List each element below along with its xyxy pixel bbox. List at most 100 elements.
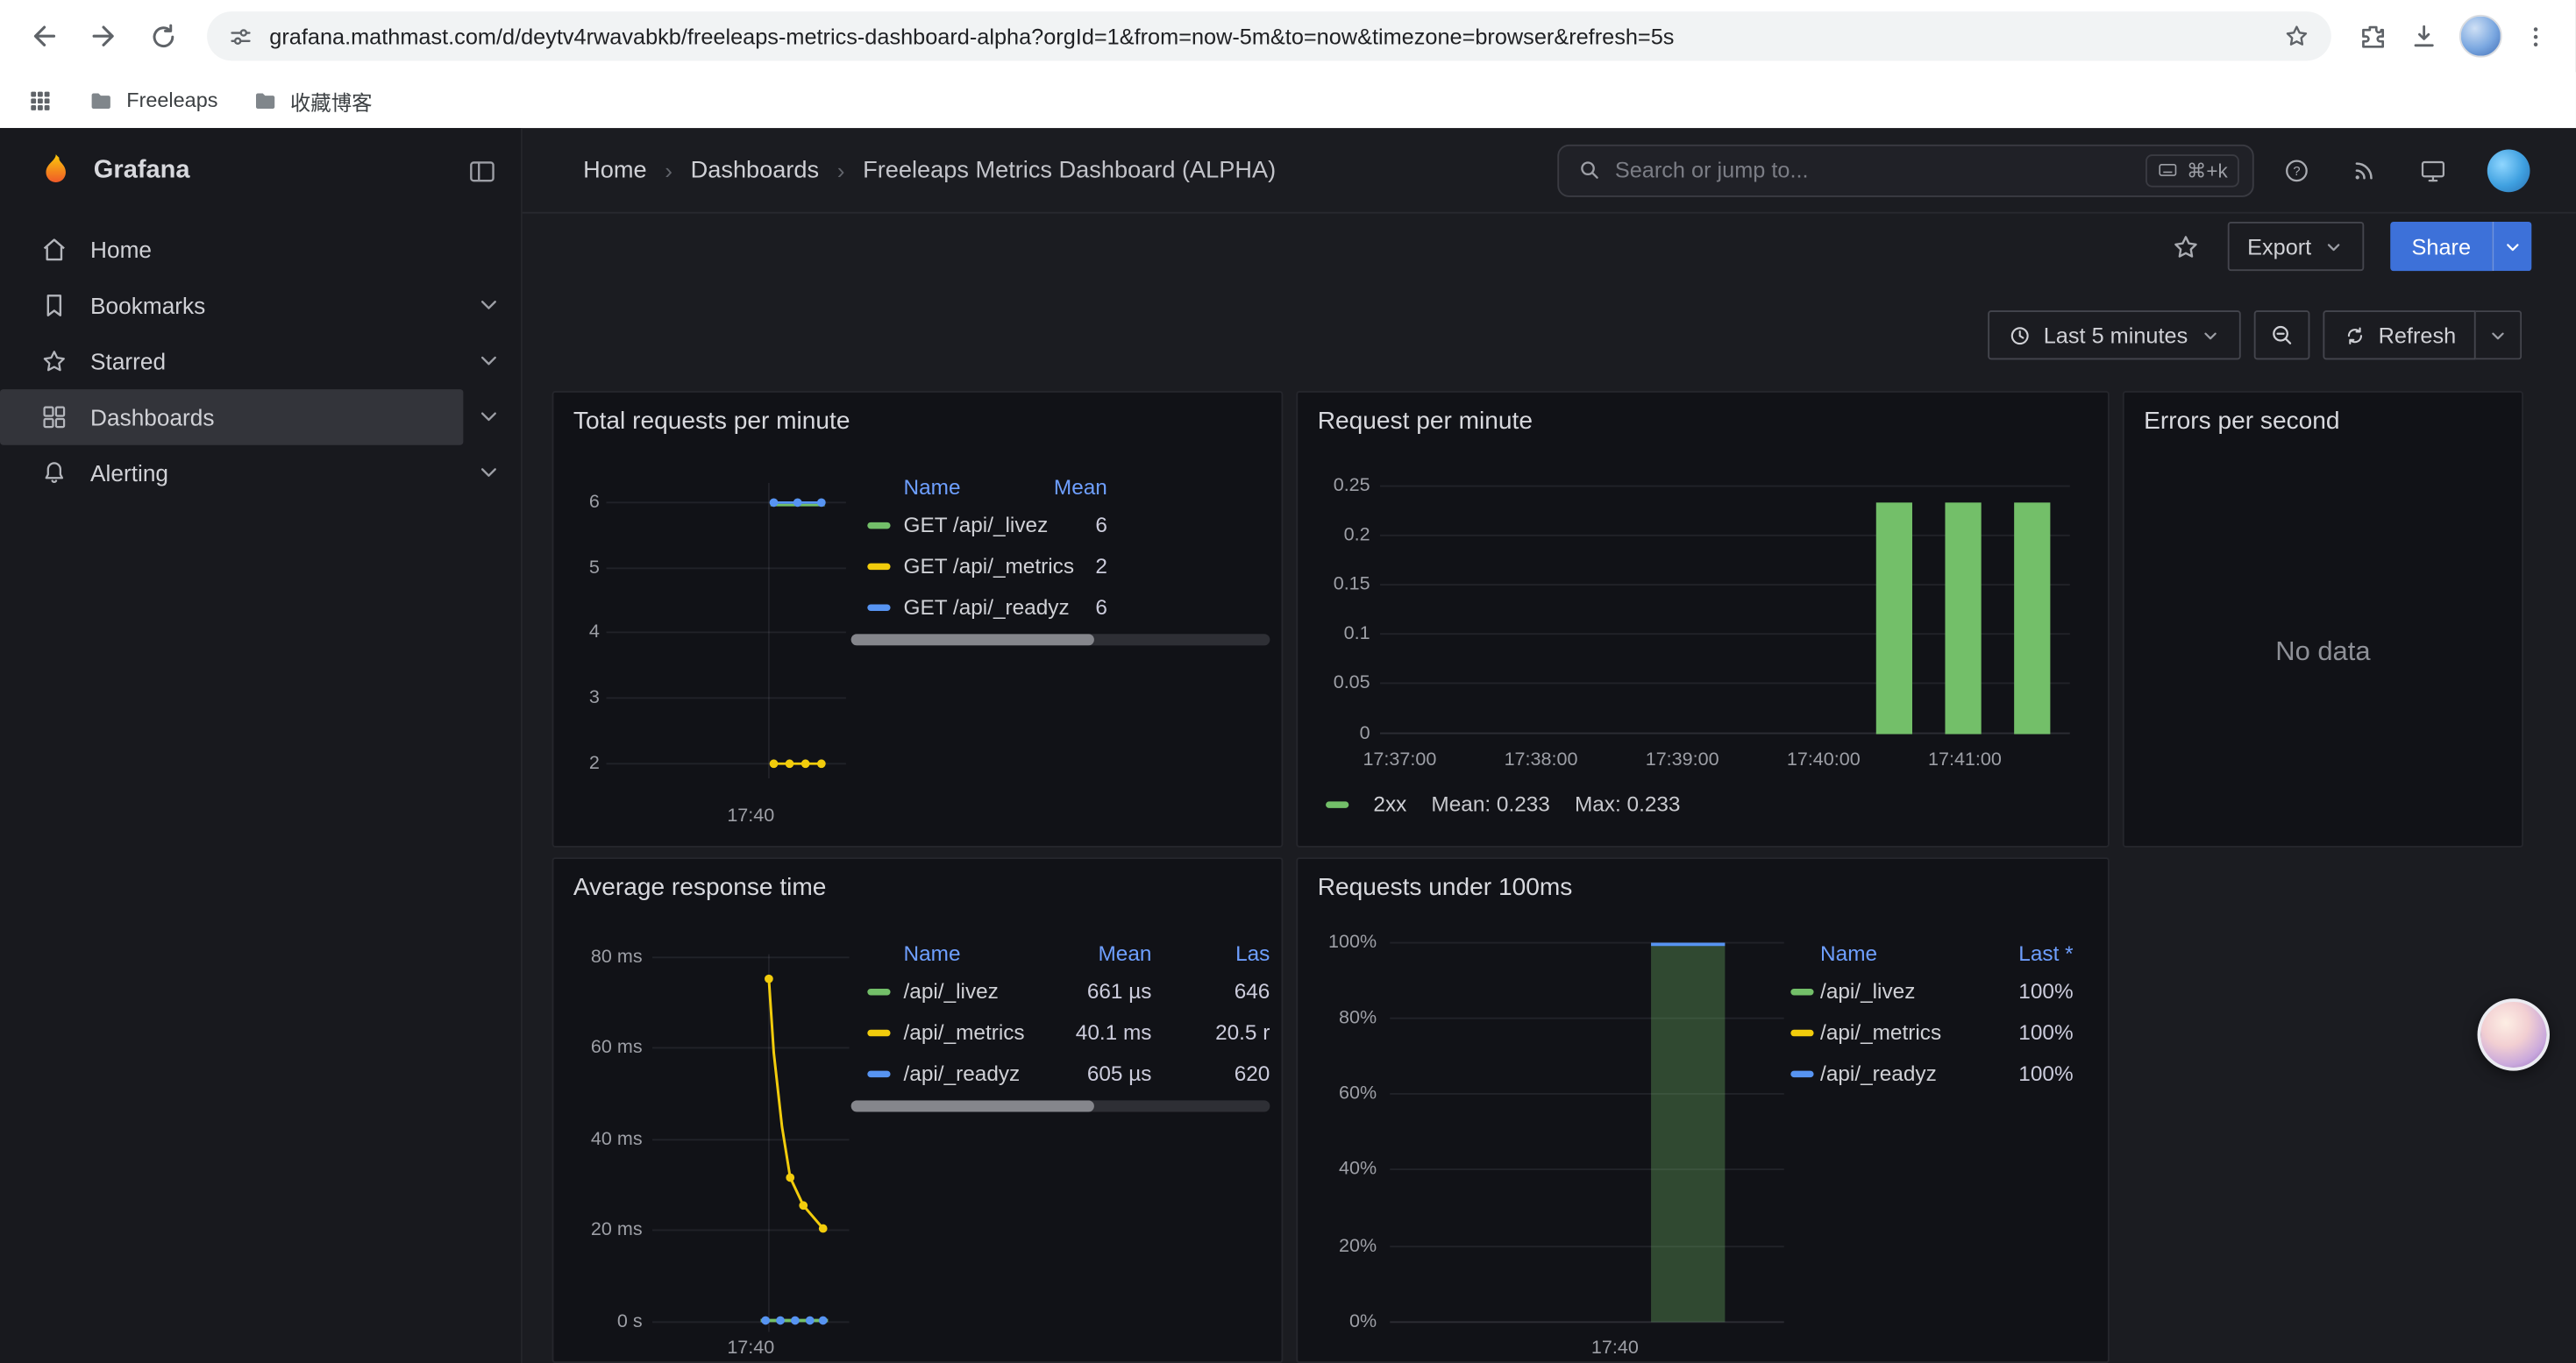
zoom-out-button[interactable] [2253, 310, 2309, 359]
browser-menu-icon[interactable] [2522, 22, 2550, 50]
browser-forward-button[interactable] [75, 8, 132, 64]
chevron-down-icon[interactable] [474, 291, 502, 319]
browser-reload-button[interactable] [135, 8, 191, 64]
series-name[interactable]: /api/_livez [904, 979, 999, 1004]
legend-row[interactable]: /api/_livez 661 µs 646 [851, 972, 1270, 1013]
scrollbar-thumb[interactable] [851, 1100, 1094, 1111]
sidebar-item-starred[interactable]: Starred [0, 333, 521, 389]
x-tick: 17:40:00 [1766, 748, 1881, 774]
downloads-icon[interactable] [2409, 20, 2440, 52]
y-tick: 40% [1301, 1156, 1377, 1182]
legend-row[interactable]: /api/_readyz 605 µs 620 [851, 1054, 1270, 1096]
bar-percent [1651, 943, 1725, 1323]
series-mean: 6 [1008, 594, 1107, 619]
series-name[interactable]: /api/_readyz [904, 1061, 1021, 1085]
search-icon [1577, 158, 1602, 182]
legend-row[interactable]: GET /api/_readyz 6 [851, 588, 1270, 629]
legend-row[interactable]: GET /api/_metrics 2 [851, 547, 1270, 588]
legend-col-name[interactable]: Name [1820, 941, 1877, 966]
sidebar-item-dashboards[interactable]: Dashboards [0, 389, 521, 445]
refresh-interval-caret[interactable] [2476, 310, 2522, 359]
series-max: Max: 0.233 [1575, 792, 1681, 816]
y-tick: 60% [1301, 1081, 1377, 1107]
grafana-logo[interactable] [36, 151, 75, 190]
legend-header: Name Last * [1790, 936, 2073, 972]
share-caret-button[interactable] [2492, 222, 2531, 271]
export-button[interactable]: Export [2228, 222, 2365, 271]
series-name[interactable]: /api/_livez [1820, 979, 1915, 1004]
chevron-down-icon[interactable] [474, 402, 502, 430]
chevron-down-icon[interactable] [474, 346, 502, 374]
favorite-star-icon[interactable] [2170, 231, 2202, 262]
apps-grid-icon[interactable] [26, 86, 54, 114]
sidebar: Grafana Home Bookmarks [0, 128, 523, 1363]
sidebar-item-alerting[interactable]: Alerting [0, 445, 521, 501]
address-bar[interactable] [207, 11, 2331, 60]
url-input[interactable] [269, 24, 2266, 48]
legend-scrollbar[interactable] [851, 634, 1270, 645]
breadcrumb: Home › Dashboards › Freeleaps Metrics Da… [583, 157, 1276, 183]
extensions-icon[interactable] [2358, 20, 2389, 52]
breadcrumb-home[interactable]: Home [583, 157, 646, 183]
legend-row[interactable]: GET /api/_livez 6 [851, 506, 1270, 547]
legend-col-last[interactable]: Las [1164, 941, 1270, 966]
legend-row[interactable]: /api/_metrics 40.1 ms 20.5 r [851, 1013, 1270, 1054]
series-mean: 40.1 ms [1017, 1020, 1152, 1045]
forward-arrow-icon [87, 19, 119, 52]
sidebar-toggle-icon[interactable] [466, 155, 498, 187]
legend-row[interactable]: /api/_readyz 100% [1790, 1054, 2073, 1096]
y-tick: 0.25 [1301, 473, 1370, 500]
legend-row[interactable]: /api/_livez 100% [1790, 972, 2073, 1013]
chevron-down-icon[interactable] [474, 458, 502, 486]
site-info-icon[interactable] [227, 22, 255, 50]
legend-col-name[interactable]: Name [904, 941, 961, 966]
panel-title[interactable]: Average response time [553, 859, 1281, 902]
series-name[interactable]: /api/_metrics [904, 1020, 1025, 1045]
series-swatch [867, 989, 890, 995]
browser-profile-avatar[interactable] [2459, 15, 2502, 58]
legend-row[interactable]: /api/_metrics 100% [1790, 1013, 2073, 1054]
panel-title[interactable]: Requests under 100ms [1298, 859, 2108, 902]
sidebar-item-home[interactable]: Home [0, 222, 521, 278]
series-swatch [867, 605, 890, 611]
help-icon[interactable]: ? [2282, 155, 2312, 185]
bookmark-star-icon[interactable] [2282, 21, 2312, 51]
refresh-split-button: Refresh [2323, 310, 2522, 359]
series-name[interactable]: /api/_metrics [1820, 1020, 1941, 1045]
back-arrow-icon [28, 19, 60, 52]
legend-col-mean[interactable]: Mean [1017, 941, 1152, 966]
sidebar-item-label: Alerting [90, 460, 168, 486]
legend-col-name[interactable]: Name [904, 474, 961, 499]
bookmark-item-freeleaps[interactable]: Freeleaps [87, 86, 217, 114]
browser-back-button[interactable] [17, 8, 73, 64]
breadcrumb-dashboards[interactable]: Dashboards [691, 157, 819, 183]
series-swatch [867, 522, 890, 529]
legend-col-mean[interactable]: Mean [1008, 474, 1107, 499]
dashboard-actions: Export Share [523, 217, 2576, 275]
search-input[interactable] [1615, 158, 2132, 182]
share-button[interactable]: Share [2390, 222, 2492, 271]
series-swatch [1790, 989, 1813, 995]
legend-inline[interactable]: 2xx Mean: 0.233 Max: 0.233 [1326, 792, 1680, 816]
bookmark-item-blog[interactable]: 收藏博客 [251, 84, 373, 116]
floating-avatar[interactable] [2478, 998, 2550, 1070]
panel-title[interactable]: Total requests per minute [553, 393, 1281, 436]
time-range-button[interactable]: Last 5 minutes [1988, 310, 2240, 359]
legend-scrollbar[interactable] [851, 1100, 1270, 1111]
panel-title[interactable]: Request per minute [1298, 393, 2108, 436]
user-avatar[interactable] [2487, 149, 2530, 192]
rss-icon[interactable] [2351, 156, 2379, 184]
series-name[interactable]: /api/_readyz [1820, 1061, 1937, 1085]
x-tick: 17:40 [1557, 1335, 1672, 1361]
display-icon[interactable] [2418, 155, 2448, 185]
scrollbar-thumb[interactable] [851, 634, 1094, 645]
panel-title[interactable]: Errors per second [2124, 393, 2522, 436]
series-name[interactable]: 2xx [1373, 792, 1406, 816]
series-mean: 605 µs [1017, 1061, 1152, 1085]
search-box[interactable]: ⌘+k [1557, 144, 2253, 196]
y-tick: 4 [557, 619, 600, 645]
legend-col-last[interactable]: Last * [1948, 941, 2073, 966]
legend-table: Name Mean GET /api/_livez 6 GET /api/_me… [851, 470, 1270, 629]
sidebar-item-bookmarks[interactable]: Bookmarks [0, 278, 521, 334]
refresh-button[interactable]: Refresh [2323, 310, 2476, 359]
